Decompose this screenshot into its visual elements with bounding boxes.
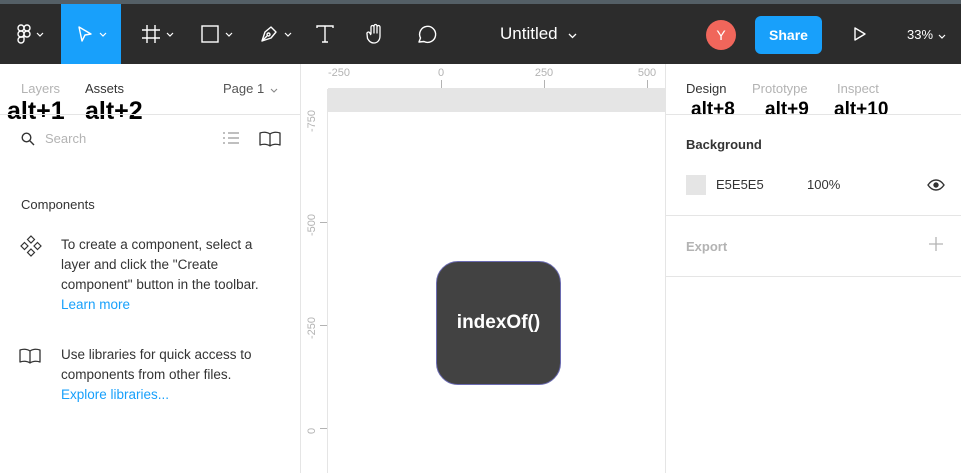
canvas-node[interactable]: indexOf() [436,261,561,385]
search-icon [21,132,35,151]
background-opacity-input[interactable]: 100% [807,177,840,192]
page-selector[interactable]: Page 1 [223,81,278,96]
components-help-body: To create a component, select a layer an… [61,237,259,292]
share-button[interactable]: Share [755,16,822,54]
components-heading: Components [21,197,95,212]
comment-tool-icon [415,23,437,45]
divider [0,114,300,115]
zoom-level: 33% [907,26,934,42]
component-icon [20,235,42,262]
figma-menu-icon [16,24,31,44]
ruler-tick [544,80,545,88]
chevron-down-icon [36,32,44,37]
plus-icon[interactable] [929,237,943,256]
list-view-icon[interactable] [222,131,240,150]
shortcut-hint-inspect: alt+10 [834,99,889,120]
ruler-tick [320,222,327,223]
ruler-tick [320,428,327,429]
libraries-help-text: Use libraries for quick access to compon… [61,345,281,405]
text-tool-button[interactable] [310,4,340,64]
pen-tool-button[interactable] [253,4,297,64]
background-hex-input[interactable]: E5E5E5 [716,177,764,192]
shortcut-hint-assets: alt+2 [85,97,143,125]
chevron-down-icon [225,32,233,37]
ruler-top: -250 0 250 500 [328,64,665,89]
zoom-menu[interactable]: 33% [907,4,946,64]
left-panel: Layers Assets alt+1 alt+2 Page 1 Search … [0,64,301,473]
chevron-down-icon [270,81,278,96]
chevron-down-icon [166,32,174,37]
libraries-help-body: Use libraries for quick access to compon… [61,347,252,382]
ruler-label: -750 [306,109,318,132]
search-input[interactable]: Search [45,131,86,146]
ruler-label: 0 [437,67,445,79]
present-icon [853,26,867,42]
chevron-down-icon [99,32,107,37]
file-title-text: Untitled [500,24,558,43]
main-menu-button[interactable] [8,4,52,64]
divider [666,276,961,277]
divider [666,114,961,115]
ruler-label: 500 [637,67,657,79]
canvas-node-label: indexOf() [456,312,541,333]
toolbar: Untitled Y Share 33% [0,0,961,64]
move-tool-icon [76,25,94,43]
hand-tool-button[interactable] [360,4,390,64]
ruler-label: -500 [306,213,318,236]
canvas[interactable]: -250 0 250 500 -750 -500 -250 0 indexOf(… [301,64,665,473]
library-book-icon [19,348,41,369]
ruler-tick [320,325,327,326]
chevron-down-icon [284,32,292,37]
page-selector-label: Page 1 [223,81,265,96]
present-button[interactable] [845,4,875,64]
frame-tool-button[interactable] [135,4,179,64]
tab-layers[interactable]: Layers [21,81,60,96]
text-tool-icon [315,24,335,44]
shortcut-hint-design: alt+8 [691,99,735,120]
ruler-label: -250 [327,67,351,79]
learn-more-link[interactable]: Learn more [61,297,130,312]
shape-tool-icon [200,24,220,44]
ruler-label: 250 [534,67,554,79]
file-title[interactable]: Untitled [500,4,577,64]
tab-inspect[interactable]: Inspect [837,81,879,96]
ruler-label: -250 [306,316,318,339]
move-tool-button[interactable] [61,4,121,64]
components-help-text: To create a component, select a layer an… [61,235,281,315]
background-heading: Background [686,137,762,152]
ruler-label: 0 [306,427,318,434]
canvas-frame-band [328,89,665,112]
ruler-tick [647,80,648,88]
eye-icon[interactable] [927,178,945,196]
divider [666,215,961,216]
shortcut-hint-prototype: alt+9 [765,99,809,120]
hand-tool-icon [364,23,386,45]
tab-prototype[interactable]: Prototype [752,81,808,96]
chevron-down-icon [568,24,577,44]
explore-libraries-link[interactable]: Explore libraries... [61,387,169,402]
ruler-corner [301,64,328,89]
frame-tool-icon [141,24,161,44]
background-color-swatch[interactable] [686,175,706,195]
export-heading: Export [686,239,728,254]
ruler-left: -750 -500 -250 0 [301,64,328,473]
shortcut-hint-layers: alt+1 [7,97,65,125]
tab-assets[interactable]: Assets [85,81,124,96]
chevron-down-icon [938,27,946,42]
pen-tool-icon [259,24,279,44]
ruler-tick [441,80,442,88]
shape-tool-button[interactable] [194,4,238,64]
right-panel: Design Prototype Inspect alt+8 alt+9 alt… [665,64,961,473]
tab-design[interactable]: Design [686,81,726,96]
avatar[interactable]: Y [706,20,736,50]
library-book-icon[interactable] [259,131,281,152]
comment-tool-button[interactable] [410,4,442,64]
